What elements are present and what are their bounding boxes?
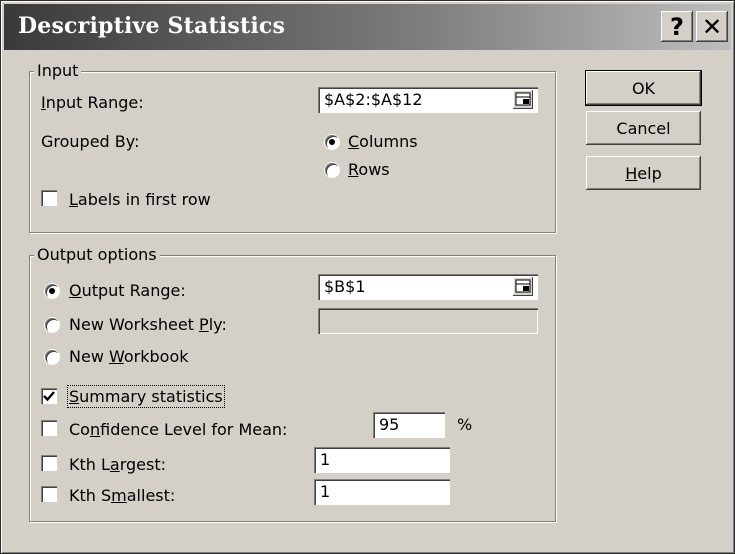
checkmark-icon [43,391,55,402]
new-worksheet-field[interactable] [318,308,538,334]
input-group-legend: Input [34,61,82,80]
cancel-button[interactable]: Cancel [586,111,701,145]
dialog-title: Descriptive Statistics [18,13,286,39]
collapse-dialog-icon [515,279,531,293]
new-workbook-label[interactable]: New Workbook [69,347,189,366]
output-range-value: $B$1 [324,277,366,296]
kth-largest-field[interactable]: 1 [314,447,450,473]
descriptive-statistics-dialog: Descriptive Statistics ? ✕ Input Input R… [0,0,735,554]
grouped-by-label: Grouped By: [41,132,140,151]
title-bar[interactable]: Descriptive Statistics ? ✕ [4,4,731,50]
radio-selected-dot [329,139,335,145]
output-range-field[interactable]: $B$1 [318,274,538,300]
percent-unit-label: % [457,415,473,434]
collapse-dialog-icon [515,92,531,106]
help-question-icon[interactable]: ? [661,11,693,42]
columns-radio[interactable] [325,135,339,149]
input-range-label: Input Range: [41,93,144,112]
kth-smallest-checkbox[interactable] [41,486,57,502]
rows-radio[interactable] [325,163,339,177]
columns-radio-label[interactable]: Columns [348,132,418,151]
input-range-field[interactable]: $A$2:$A$12 [318,87,538,113]
kth-largest-checkbox[interactable] [41,455,57,471]
summary-statistics-checkbox[interactable] [41,388,57,404]
rows-radio-label[interactable]: Rows [348,160,390,179]
confidence-level-label[interactable]: Confidence Level for Mean: [69,420,287,439]
new-worksheet-radio[interactable] [45,318,59,332]
output-range-radio[interactable] [45,284,59,298]
confidence-level-field[interactable]: 95 [373,412,445,438]
kth-smallest-label[interactable]: Kth Smallest: [69,486,175,505]
kth-largest-label[interactable]: Kth Largest: [69,455,166,474]
kth-smallest-field[interactable]: 1 [314,479,450,505]
input-range-value: $A$2:$A$12 [324,90,423,109]
output-range-collapse-button[interactable] [513,277,533,296]
new-workbook-radio[interactable] [45,350,59,364]
output-options-legend: Output options [34,245,160,264]
confidence-level-checkbox[interactable] [41,420,57,436]
input-range-collapse-button[interactable] [513,90,533,109]
summary-statistics-label[interactable]: Summary statistics [67,385,225,408]
help-button[interactable]: Help [586,156,701,190]
output-range-label[interactable]: Output Range: [69,281,186,300]
new-worksheet-label[interactable]: New Worksheet Ply: [69,315,227,334]
labels-first-row-checkbox[interactable] [41,190,57,206]
labels-first-row-label[interactable]: Labels in first row [69,190,211,209]
ok-button[interactable]: OK [585,70,702,106]
radio-selected-dot [49,288,55,294]
close-icon[interactable]: ✕ [696,11,728,42]
